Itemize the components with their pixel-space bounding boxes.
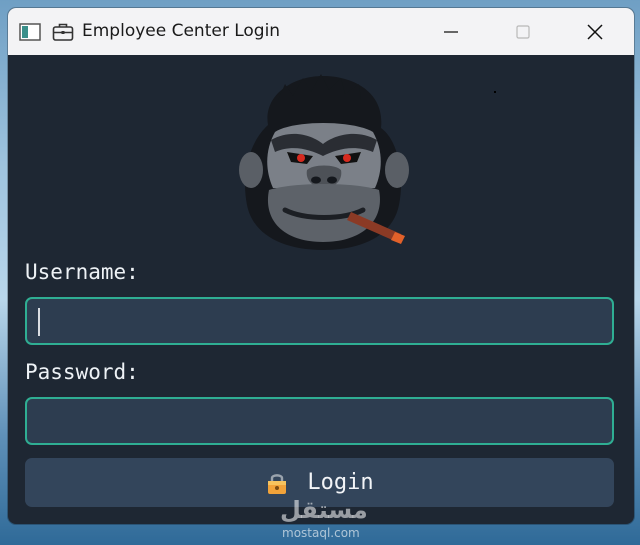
username-input[interactable] <box>25 297 614 345</box>
decorative-dot <box>494 91 496 93</box>
title-bar[interactable]: Employee Center Login <box>8 8 634 55</box>
minimize-button[interactable] <box>416 8 486 55</box>
close-button[interactable] <box>560 8 630 55</box>
app-window-icon <box>19 23 41 41</box>
briefcase-icon <box>52 23 74 41</box>
window-title: Employee Center Login <box>82 21 281 41</box>
password-label: Password: <box>25 360 139 384</box>
maximize-button[interactable] <box>488 8 558 55</box>
maximize-icon <box>516 24 530 39</box>
username-label: Username: <box>25 260 139 284</box>
password-input[interactable] <box>25 397 614 445</box>
watermark-arabic: مستقل <box>280 496 368 524</box>
login-button-label: Login <box>307 470 374 495</box>
login-window: Employee Center Login Username: Password… <box>8 8 634 524</box>
text-caret <box>38 308 40 336</box>
minimize-icon <box>444 30 458 33</box>
close-icon <box>587 23 603 40</box>
lock-icon <box>268 473 287 494</box>
gorilla-logo <box>239 74 409 250</box>
watermark-latin: mostaql.com <box>282 526 360 540</box>
